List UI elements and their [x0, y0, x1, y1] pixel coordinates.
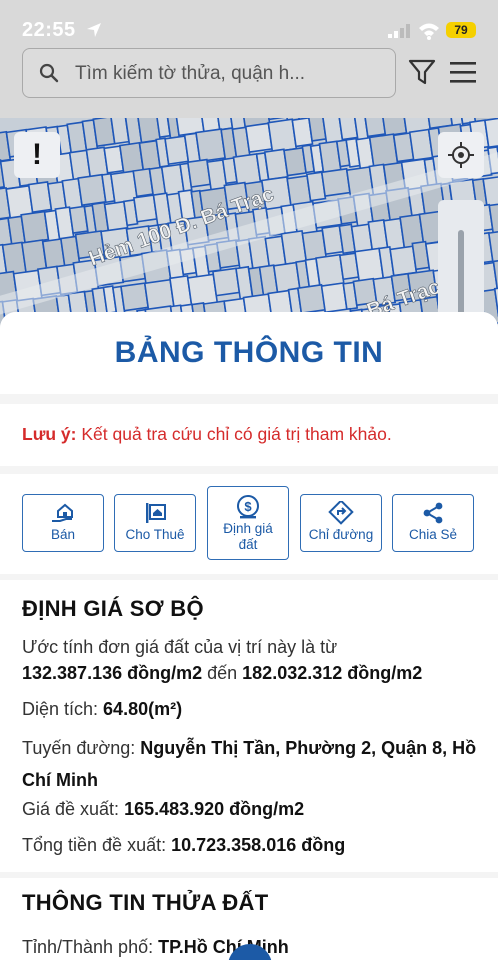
price-max: 182.032.312 đồng/m2 — [242, 663, 423, 683]
share-icon — [423, 502, 443, 524]
search-icon — [39, 63, 59, 83]
my-location-button[interactable] — [438, 132, 484, 178]
panel-title: BẢNG THÔNG TIN — [0, 312, 498, 394]
land-parcel[interactable] — [320, 167, 351, 197]
area-row: Diện tích: 64.80(m²) — [22, 696, 482, 722]
location-arrow-icon — [87, 23, 101, 37]
parcel-map[interactable]: Hẻm 100 Đ. Bá Trạc Bá Trạc — [0, 118, 498, 328]
land-parcel[interactable] — [186, 273, 219, 307]
battery-indicator: 79 — [446, 22, 476, 38]
cellular-signal-icon — [388, 24, 410, 38]
action-bar: Bán Cho Thuê $ Định giá đất Chỉ đường Ch… — [0, 474, 498, 574]
direction-icon — [328, 501, 354, 525]
land-parcel[interactable] — [212, 267, 241, 297]
share-button[interactable]: Chia Sẻ — [392, 494, 474, 552]
directions-button[interactable]: Chỉ đường — [300, 494, 382, 552]
total-price-row: Tổng tiền đề xuất: 10.723.358.016 đồng — [22, 832, 482, 858]
house-hand-icon — [52, 503, 73, 522]
land-parcel[interactable] — [315, 253, 345, 288]
sell-label: Bán — [50, 527, 76, 542]
crosshair-icon — [448, 142, 474, 168]
land-parcel[interactable] — [120, 282, 150, 312]
land-parcel[interactable] — [363, 118, 387, 138]
info-panel: BẢNG THÔNG TIN Lưu ý: Kết quả tra cứu ch… — [0, 312, 498, 960]
city-value: TP.Hồ Chí Minh — [158, 937, 289, 957]
land-parcel[interactable] — [195, 128, 227, 163]
estimate-text: Ước tính đơn giá đất của vị trí này là t… — [22, 634, 482, 686]
note-text: Kết quả tra cứu chỉ có giá trị tham khảo… — [76, 424, 392, 444]
zoom-slider[interactable] — [438, 200, 484, 328]
land-valuation-button[interactable]: $ Định giá đất — [207, 486, 289, 560]
suggested-price-value: 165.483.920 đồng/m2 — [124, 799, 305, 819]
wifi-icon — [419, 23, 439, 40]
share-label: Chia Sẻ — [408, 527, 458, 542]
road-label: Tuyến đường: — [22, 738, 141, 758]
search-bar — [0, 40, 498, 118]
rent-button[interactable]: Cho Thuê — [114, 494, 196, 552]
land-valuation-label: Định giá đất — [223, 521, 273, 552]
note-label: Lưu ý: — [22, 424, 77, 444]
land-parcel[interactable] — [389, 245, 418, 277]
filter-icon[interactable] — [408, 58, 436, 86]
suggested-price-row: Giá đề xuất: 165.483.920 đồng/m2 — [22, 796, 482, 822]
land-parcel[interactable] — [20, 210, 50, 244]
price-between: đến — [202, 663, 243, 683]
price-min: 132.387.136 đồng/m2 — [22, 663, 203, 683]
area-value: 64.80(m²) — [103, 699, 183, 719]
disclaimer-note: Lưu ý: Kết quả tra cứu chỉ có giá trị th… — [0, 404, 498, 466]
area-label: Diện tích: — [22, 699, 104, 719]
land-parcel[interactable] — [296, 283, 326, 315]
search-input[interactable] — [73, 58, 377, 90]
search-box[interactable] — [22, 48, 396, 98]
city-label: Tỉnh/Thành phố: — [22, 937, 159, 957]
total-price-label: Tổng tiền đề xuất: — [22, 835, 172, 855]
alert-button[interactable]: ! — [14, 132, 60, 178]
rent-label: Cho Thuê — [125, 527, 185, 542]
land-parcel[interactable] — [380, 118, 408, 137]
estimate-prefix: Ước tính đơn giá đất của vị trí này là t… — [22, 637, 338, 657]
directions-label: Chỉ đường — [308, 527, 374, 542]
money-bag-icon: $ — [237, 495, 259, 519]
valuation-heading: ĐỊNH GIÁ SƠ BỘ — [22, 596, 204, 621]
land-parcel[interactable] — [77, 173, 107, 207]
menu-icon[interactable] — [448, 60, 478, 84]
parcel-heading: THÔNG TIN THỬA ĐẤT — [22, 890, 269, 915]
valuation-section: ĐỊNH GIÁ SƠ BỘ Ước tính đơn giá đất của … — [0, 580, 498, 872]
status-time: 22:55 — [22, 19, 76, 41]
sell-button[interactable]: Bán — [22, 494, 104, 552]
total-price-value: 10.723.358.016 đồng — [171, 835, 346, 855]
land-parcel[interactable] — [244, 122, 273, 153]
svg-text:$: $ — [244, 499, 252, 514]
map-view[interactable]: Hẻm 100 Đ. Bá Trạc Bá Trạc ! — [0, 118, 498, 328]
road-row: Tuyến đường: Nguyễn Thị Tần, Phường 2, Q… — [22, 732, 482, 796]
land-parcel[interactable] — [264, 118, 288, 121]
rent-sign-icon — [146, 503, 166, 523]
suggested-price-label: Giá đề xuất: — [22, 799, 125, 819]
